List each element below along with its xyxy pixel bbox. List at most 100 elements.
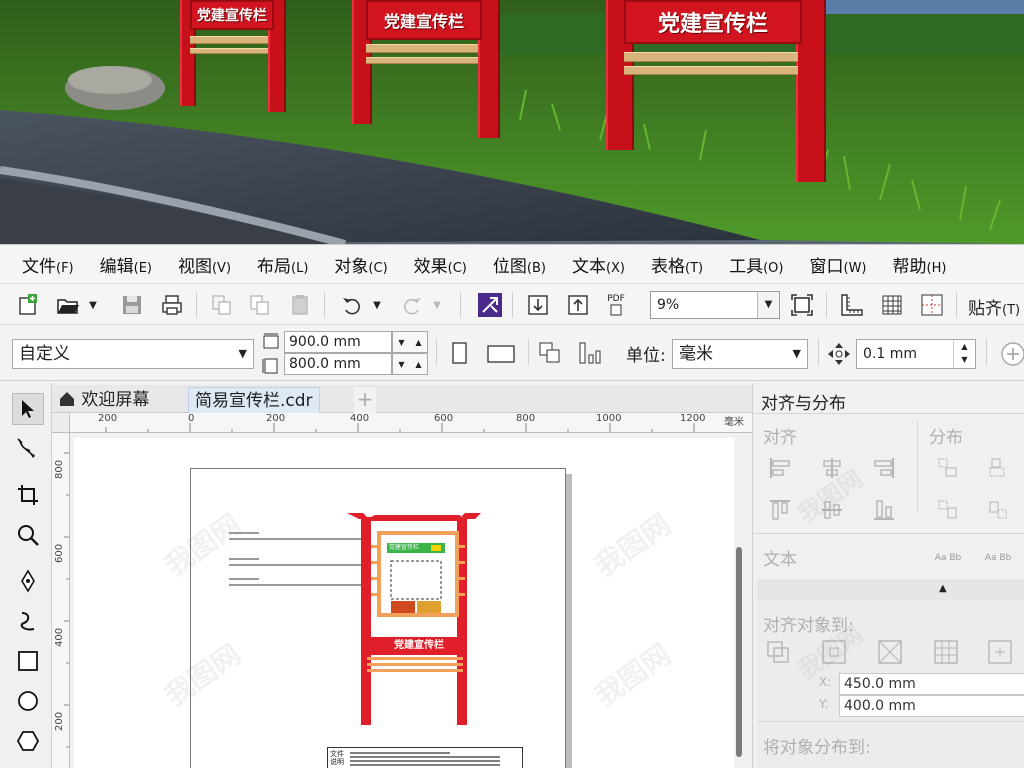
distribute-top-button[interactable] bbox=[933, 495, 963, 525]
collapse-bar[interactable] bbox=[757, 579, 1024, 601]
y-position-field[interactable]: 400.0 mm bbox=[839, 695, 1024, 717]
align-to-page-center-button[interactable] bbox=[875, 637, 905, 667]
menu-object[interactable]: 对象(C) bbox=[334, 252, 387, 277]
ellipse-tool[interactable] bbox=[12, 685, 44, 717]
publish-pdf-button[interactable]: PDF bbox=[602, 291, 630, 319]
new-document-button[interactable] bbox=[14, 291, 42, 319]
ellipse-icon bbox=[18, 691, 38, 711]
redo-dropdown[interactable]: ▼ bbox=[428, 291, 446, 319]
file-notes-box[interactable]: 文件说明 bbox=[327, 747, 523, 768]
new-tab-button[interactable]: + bbox=[354, 387, 376, 413]
menu-layout[interactable]: 布局(L) bbox=[257, 252, 308, 277]
horizontal-ruler[interactable]: 200 0 200 400 600 800 1000 1200 毫米 bbox=[70, 413, 752, 433]
open-button[interactable] bbox=[54, 291, 82, 319]
current-page-button[interactable] bbox=[576, 339, 604, 367]
hexagon-icon bbox=[16, 731, 40, 751]
landscape-button[interactable] bbox=[484, 339, 518, 367]
align-top-button[interactable] bbox=[765, 495, 795, 525]
ruler-ticks bbox=[105, 423, 695, 432]
menu-bitmaps[interactable]: 位图(B) bbox=[493, 252, 546, 277]
align-center-horizontal-icon bbox=[823, 458, 841, 478]
freehand-tool[interactable] bbox=[12, 565, 44, 597]
menu-edit[interactable]: 编辑(E) bbox=[100, 252, 152, 277]
menu-table[interactable]: 表格(T) bbox=[651, 252, 703, 277]
drawing-canvas[interactable]: 党建宣传栏 党建宣传栏 文件说明 我图网 我图网 我图网 我图网 bbox=[70, 434, 736, 768]
all-pages-button[interactable] bbox=[536, 339, 564, 367]
polygon-tool[interactable] bbox=[12, 725, 44, 757]
import-button[interactable] bbox=[524, 291, 552, 319]
menu-file[interactable]: 文件(F) bbox=[22, 252, 74, 277]
menu-tools[interactable]: 工具(O) bbox=[729, 252, 783, 277]
vertical-ruler[interactable]: 800 600 400 200 bbox=[52, 433, 70, 768]
align-left-button[interactable] bbox=[765, 453, 795, 483]
undo-icon bbox=[343, 298, 360, 315]
show-rulers-button[interactable] bbox=[838, 291, 866, 319]
menu-text[interactable]: 文本(X) bbox=[572, 252, 625, 277]
text-align-first-baseline-button[interactable]: Aa Bb bbox=[933, 543, 963, 573]
menu-view[interactable]: 视图(V) bbox=[178, 252, 231, 277]
zoom-level-select[interactable]: 9% ▼ bbox=[650, 291, 780, 319]
add-page-icon[interactable] bbox=[1000, 341, 1024, 367]
align-bottom-button[interactable] bbox=[869, 495, 899, 525]
billboard-drawing[interactable] bbox=[191, 469, 567, 768]
search-content-button[interactable] bbox=[476, 291, 504, 319]
align-center-h-button[interactable] bbox=[817, 453, 847, 483]
align-to-grid-button[interactable] bbox=[931, 637, 961, 667]
page-width-icon bbox=[263, 333, 279, 349]
export-button[interactable] bbox=[564, 291, 592, 319]
ruler-tick-label: 0 bbox=[188, 413, 195, 424]
align-to-page-edge-button[interactable] bbox=[819, 637, 849, 667]
full-screen-preview-button[interactable] bbox=[788, 291, 816, 319]
crop-tool[interactable] bbox=[12, 479, 44, 511]
align-section-label: 对齐 bbox=[763, 428, 797, 448]
cut-button[interactable] bbox=[208, 291, 236, 319]
page-height-field[interactable]: 800.0 mm bbox=[284, 353, 392, 375]
pick-tool[interactable] bbox=[12, 393, 44, 425]
page-height-stepper[interactable]: ▼ ▲ bbox=[392, 353, 428, 375]
tab-welcome-screen[interactable]: 欢迎屏幕 bbox=[52, 387, 155, 413]
show-grid-button[interactable] bbox=[878, 291, 906, 319]
nudge-distance-field[interactable]: 0.1 mm ▲ ▼ bbox=[856, 339, 976, 369]
menu-help[interactable]: 帮助(H) bbox=[893, 252, 947, 277]
zoom-tool[interactable] bbox=[12, 519, 44, 551]
snap-to-menu[interactable]: 贴齐(T) bbox=[968, 294, 1020, 319]
distribute-center-button[interactable] bbox=[983, 453, 1013, 483]
paste-button[interactable] bbox=[286, 291, 314, 319]
align-to-point-button[interactable] bbox=[985, 637, 1015, 667]
save-button[interactable] bbox=[118, 291, 146, 319]
nudge-stepper[interactable]: ▲ ▼ bbox=[953, 340, 975, 368]
align-to-active-object-button[interactable] bbox=[763, 637, 793, 667]
show-guidelines-button[interactable] bbox=[918, 291, 946, 319]
open-recent-dropdown[interactable]: ▼ bbox=[84, 291, 102, 319]
units-select[interactable]: 毫米 ▼ bbox=[672, 339, 808, 369]
copy-button[interactable] bbox=[246, 291, 274, 319]
y-label: Y: bbox=[819, 697, 829, 711]
document-page[interactable]: 党建宣传栏 党建宣传栏 文件说明 bbox=[190, 468, 566, 768]
distribute-bottom-button[interactable] bbox=[983, 495, 1013, 525]
collapse-arrow-icon[interactable]: ▲ bbox=[939, 583, 947, 594]
redo-button[interactable] bbox=[398, 291, 426, 319]
distribute-left-button[interactable] bbox=[933, 453, 963, 483]
align-right-button[interactable] bbox=[869, 453, 899, 483]
text-align-last-baseline-button[interactable]: Aa Bb bbox=[983, 543, 1013, 573]
page-width-field[interactable]: 900.0 mm bbox=[284, 331, 392, 353]
x-position-field[interactable]: 450.0 mm bbox=[839, 673, 1024, 695]
page-preset-select[interactable]: 自定义 ▼ bbox=[12, 339, 254, 369]
vertical-scrollbar[interactable] bbox=[736, 547, 742, 757]
undo-dropdown[interactable]: ▼ bbox=[368, 291, 386, 319]
menu-effects[interactable]: 效果(C) bbox=[414, 252, 467, 277]
menu-window[interactable]: 窗口(W) bbox=[810, 252, 867, 277]
undo-button[interactable] bbox=[338, 291, 366, 319]
tab-document[interactable]: 简易宣传栏.cdr bbox=[188, 387, 320, 413]
artistic-media-tool[interactable] bbox=[12, 605, 44, 637]
chevron-down-icon: ▼ bbox=[792, 347, 801, 360]
align-center-v-button[interactable] bbox=[817, 495, 847, 525]
print-button[interactable] bbox=[158, 291, 186, 319]
ruler-tick-label: 1000 bbox=[596, 413, 622, 424]
shape-tool[interactable] bbox=[12, 433, 44, 465]
page-width-stepper[interactable]: ▼ ▲ bbox=[392, 331, 428, 353]
printer-icon bbox=[162, 295, 182, 315]
rectangle-tool[interactable] bbox=[12, 645, 44, 677]
ruler-origin[interactable] bbox=[52, 413, 70, 433]
portrait-button[interactable] bbox=[446, 339, 474, 367]
